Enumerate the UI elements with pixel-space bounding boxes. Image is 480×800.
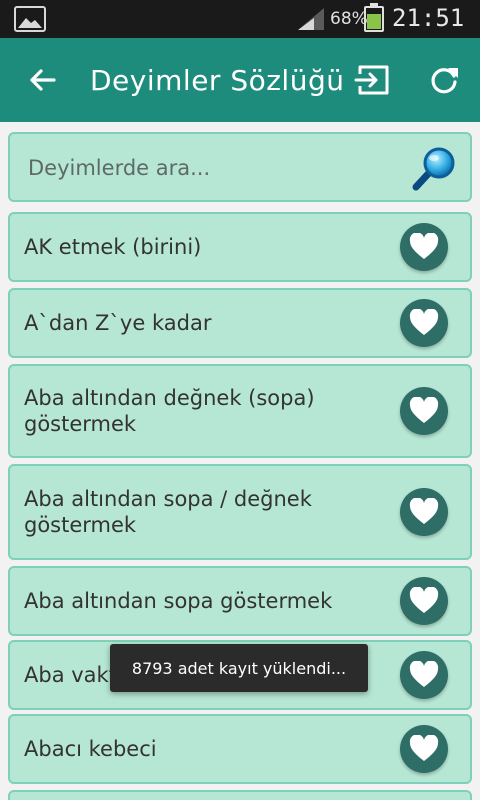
list-item[interactable]: Aba altından değnek (sopa) göstermek <box>8 364 472 458</box>
exit-icon[interactable] <box>352 60 392 100</box>
back-arrow-icon[interactable] <box>22 60 62 100</box>
favorite-heart-icon[interactable] <box>400 725 448 773</box>
battery-icon <box>364 3 384 32</box>
list-item-label: A`dan Z`ye kadar <box>24 311 212 335</box>
list-item[interactable]: AK etmek (birini) <box>8 212 472 282</box>
clock: 21:51 <box>392 4 465 32</box>
list-item[interactable]: Aba altından sopa göstermek <box>8 566 472 636</box>
page-title: Deyimler Sözlüğü <box>90 64 345 97</box>
list-item[interactable]: Aba altından sopa / değnek göstermek <box>8 464 472 560</box>
list-item[interactable]: Abacı kebeci <box>8 714 472 784</box>
favorite-heart-icon[interactable] <box>400 387 448 435</box>
search-input[interactable] <box>28 150 408 186</box>
list-item-label: Abacı kebeci <box>24 737 157 761</box>
status-bar: 68% 21:51 <box>0 0 480 38</box>
list-item-partial <box>8 790 472 800</box>
search-bar <box>8 132 472 202</box>
favorite-heart-icon[interactable] <box>400 488 448 536</box>
list-item-label: AK etmek (birini) <box>24 235 202 259</box>
favorite-heart-icon[interactable] <box>400 577 448 625</box>
favorite-heart-icon[interactable] <box>400 651 448 699</box>
magnifier-icon[interactable] <box>412 146 456 192</box>
signal-icon <box>296 6 326 36</box>
battery-percent: 68% <box>330 9 368 29</box>
app-bar: Deyimler Sözlüğü <box>0 38 480 122</box>
favorite-heart-icon[interactable] <box>400 299 448 347</box>
list-item-label: Aba altından sopa / değnek göstermek <box>24 487 312 537</box>
list-item-label: Aba altından değnek (sopa) göstermek <box>24 386 315 436</box>
list-item[interactable]: A`dan Z`ye kadar <box>8 288 472 358</box>
refresh-icon[interactable] <box>424 60 464 100</box>
list-item-label: Aba altından sopa göstermek <box>24 589 333 613</box>
favorite-heart-icon[interactable] <box>400 223 448 271</box>
toast-message: 8793 adet kayıt yüklendi... <box>110 644 368 692</box>
image-notification-icon <box>14 6 46 32</box>
